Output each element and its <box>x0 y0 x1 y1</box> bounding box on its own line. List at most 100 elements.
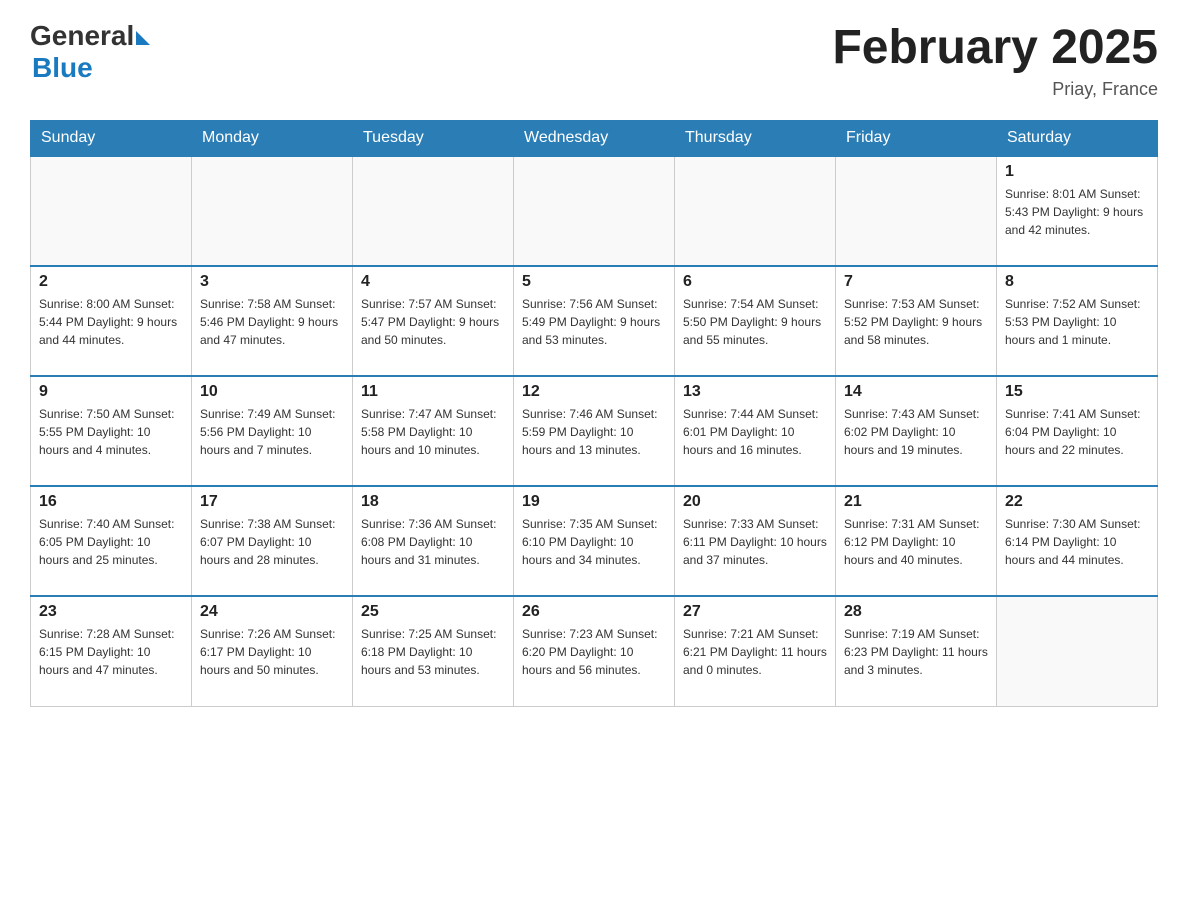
day-number: 5 <box>522 273 666 291</box>
calendar-table: Sunday Monday Tuesday Wednesday Thursday… <box>30 120 1158 707</box>
day-number: 20 <box>683 493 827 511</box>
day-number: 18 <box>361 493 505 511</box>
week-row-1: 1 Sunrise: 8:01 AM Sunset: 5:43 PM Daylig… <box>31 156 1158 266</box>
day-info: Sunrise: 7:40 AM Sunset: 6:05 PM Dayligh… <box>39 515 183 569</box>
day-number: 7 <box>844 273 988 291</box>
col-sunday: Sunday <box>31 121 192 157</box>
day-info: Sunrise: 7:54 AM Sunset: 5:50 PM Dayligh… <box>683 295 827 349</box>
week-row-3: 9 Sunrise: 7:50 AM Sunset: 5:55 PM Daylig… <box>31 376 1158 486</box>
calendar-cell: 11 Sunrise: 7:47 AM Sunset: 5:58 PM Dayli… <box>353 376 514 486</box>
day-info: Sunrise: 7:46 AM Sunset: 5:59 PM Dayligh… <box>522 405 666 459</box>
day-info: Sunrise: 7:28 AM Sunset: 6:15 PM Dayligh… <box>39 625 183 679</box>
calendar-cell: 6 Sunrise: 7:54 AM Sunset: 5:50 PM Daylig… <box>675 266 836 376</box>
day-number: 19 <box>522 493 666 511</box>
calendar-cell: 13 Sunrise: 7:44 AM Sunset: 6:01 PM Dayli… <box>675 376 836 486</box>
calendar-cell: 2 Sunrise: 8:00 AM Sunset: 5:44 PM Daylig… <box>31 266 192 376</box>
day-info: Sunrise: 7:56 AM Sunset: 5:49 PM Dayligh… <box>522 295 666 349</box>
week-row-2: 2 Sunrise: 8:00 AM Sunset: 5:44 PM Daylig… <box>31 266 1158 376</box>
calendar-cell <box>675 156 836 266</box>
calendar-cell: 12 Sunrise: 7:46 AM Sunset: 5:59 PM Dayli… <box>514 376 675 486</box>
day-number: 3 <box>200 273 344 291</box>
day-info: Sunrise: 7:36 AM Sunset: 6:08 PM Dayligh… <box>361 515 505 569</box>
day-info: Sunrise: 7:50 AM Sunset: 5:55 PM Dayligh… <box>39 405 183 459</box>
calendar-cell: 16 Sunrise: 7:40 AM Sunset: 6:05 PM Dayli… <box>31 486 192 596</box>
day-number: 26 <box>522 603 666 621</box>
title-section: February 2025 Priay, France <box>832 20 1158 100</box>
calendar-cell <box>192 156 353 266</box>
day-number: 15 <box>1005 383 1149 401</box>
day-info: Sunrise: 7:53 AM Sunset: 5:52 PM Dayligh… <box>844 295 988 349</box>
calendar-cell: 4 Sunrise: 7:57 AM Sunset: 5:47 PM Daylig… <box>353 266 514 376</box>
month-title: February 2025 <box>832 20 1158 75</box>
col-friday: Friday <box>836 121 997 157</box>
day-info: Sunrise: 7:26 AM Sunset: 6:17 PM Dayligh… <box>200 625 344 679</box>
day-info: Sunrise: 7:23 AM Sunset: 6:20 PM Dayligh… <box>522 625 666 679</box>
day-info: Sunrise: 8:00 AM Sunset: 5:44 PM Dayligh… <box>39 295 183 349</box>
calendar-cell: 28 Sunrise: 7:19 AM Sunset: 6:23 PM Dayli… <box>836 596 997 706</box>
calendar-cell: 7 Sunrise: 7:53 AM Sunset: 5:52 PM Daylig… <box>836 266 997 376</box>
calendar-cell <box>31 156 192 266</box>
day-number: 8 <box>1005 273 1149 291</box>
day-number: 25 <box>361 603 505 621</box>
calendar-cell: 21Sunrise: 7:31 AM Sunset: 6:12 PM Dayli… <box>836 486 997 596</box>
calendar-cell <box>353 156 514 266</box>
day-info: Sunrise: 7:44 AM Sunset: 6:01 PM Dayligh… <box>683 405 827 459</box>
day-info: Sunrise: 7:19 AM Sunset: 6:23 PM Dayligh… <box>844 625 988 679</box>
logo-general-text: General <box>30 20 134 52</box>
day-number: 16 <box>39 493 183 511</box>
day-number: 13 <box>683 383 827 401</box>
col-tuesday: Tuesday <box>353 121 514 157</box>
day-number: 23 <box>39 603 183 621</box>
day-info: Sunrise: 7:21 AM Sunset: 6:21 PM Dayligh… <box>683 625 827 679</box>
calendar-cell: 1 Sunrise: 8:01 AM Sunset: 5:43 PM Daylig… <box>997 156 1158 266</box>
calendar-cell: 15 Sunrise: 7:41 AM Sunset: 6:04 PM Dayli… <box>997 376 1158 486</box>
logo-arrow-icon <box>136 31 150 45</box>
day-info: Sunrise: 7:38 AM Sunset: 6:07 PM Dayligh… <box>200 515 344 569</box>
day-info: Sunrise: 7:35 AM Sunset: 6:10 PM Dayligh… <box>522 515 666 569</box>
day-info: Sunrise: 7:43 AM Sunset: 6:02 PM Dayligh… <box>844 405 988 459</box>
day-info: Sunrise: 8:01 AM Sunset: 5:43 PM Dayligh… <box>1005 185 1149 239</box>
day-info: Sunrise: 7:57 AM Sunset: 5:47 PM Dayligh… <box>361 295 505 349</box>
day-number: 22 <box>1005 493 1149 511</box>
day-info: Sunrise: 7:49 AM Sunset: 5:56 PM Dayligh… <box>200 405 344 459</box>
col-monday: Monday <box>192 121 353 157</box>
page-header: General Blue February 2025 Priay, France <box>30 20 1158 100</box>
calendar-cell: 5 Sunrise: 7:56 AM Sunset: 5:49 PM Daylig… <box>514 266 675 376</box>
day-number: 24 <box>200 603 344 621</box>
location-label: Priay, France <box>832 79 1158 100</box>
day-number: 21 <box>844 493 988 511</box>
col-saturday: Saturday <box>997 121 1158 157</box>
logo: General Blue <box>30 20 150 84</box>
day-number: 12 <box>522 383 666 401</box>
day-info: Sunrise: 7:25 AM Sunset: 6:18 PM Dayligh… <box>361 625 505 679</box>
col-thursday: Thursday <box>675 121 836 157</box>
calendar-cell: 20 Sunrise: 7:33 AM Sunset: 6:11 PM Dayli… <box>675 486 836 596</box>
calendar-header-row: Sunday Monday Tuesday Wednesday Thursday… <box>31 121 1158 157</box>
day-info: Sunrise: 7:47 AM Sunset: 5:58 PM Dayligh… <box>361 405 505 459</box>
day-number: 14 <box>844 383 988 401</box>
week-row-4: 16 Sunrise: 7:40 AM Sunset: 6:05 PM Dayli… <box>31 486 1158 596</box>
day-number: 1 <box>1005 163 1149 181</box>
day-number: 6 <box>683 273 827 291</box>
calendar-cell <box>836 156 997 266</box>
calendar-cell: 17Sunrise: 7:38 AM Sunset: 6:07 PM Dayli… <box>192 486 353 596</box>
calendar-cell: 24 Sunrise: 7:26 AM Sunset: 6:17 PM Dayli… <box>192 596 353 706</box>
day-number: 4 <box>361 273 505 291</box>
calendar-cell <box>514 156 675 266</box>
day-number: 2 <box>39 273 183 291</box>
day-info: Sunrise: 7:33 AM Sunset: 6:11 PM Dayligh… <box>683 515 827 569</box>
day-info: Sunrise: 7:41 AM Sunset: 6:04 PM Dayligh… <box>1005 405 1149 459</box>
calendar-cell: 3Sunrise: 7:58 AM Sunset: 5:46 PM Daylig… <box>192 266 353 376</box>
logo-blue-text: Blue <box>32 52 150 84</box>
calendar-cell: 14 Sunrise: 7:43 AM Sunset: 6:02 PM Dayli… <box>836 376 997 486</box>
calendar-cell: 26 Sunrise: 7:23 AM Sunset: 6:20 PM Dayli… <box>514 596 675 706</box>
col-wednesday: Wednesday <box>514 121 675 157</box>
day-number: 27 <box>683 603 827 621</box>
day-number: 9 <box>39 383 183 401</box>
calendar-cell: 18 Sunrise: 7:36 AM Sunset: 6:08 PM Dayli… <box>353 486 514 596</box>
calendar-cell: 22Sunrise: 7:30 AM Sunset: 6:14 PM Dayli… <box>997 486 1158 596</box>
day-number: 28 <box>844 603 988 621</box>
calendar-cell <box>997 596 1158 706</box>
day-number: 11 <box>361 383 505 401</box>
calendar-cell: 25 Sunrise: 7:25 AM Sunset: 6:18 PM Dayli… <box>353 596 514 706</box>
